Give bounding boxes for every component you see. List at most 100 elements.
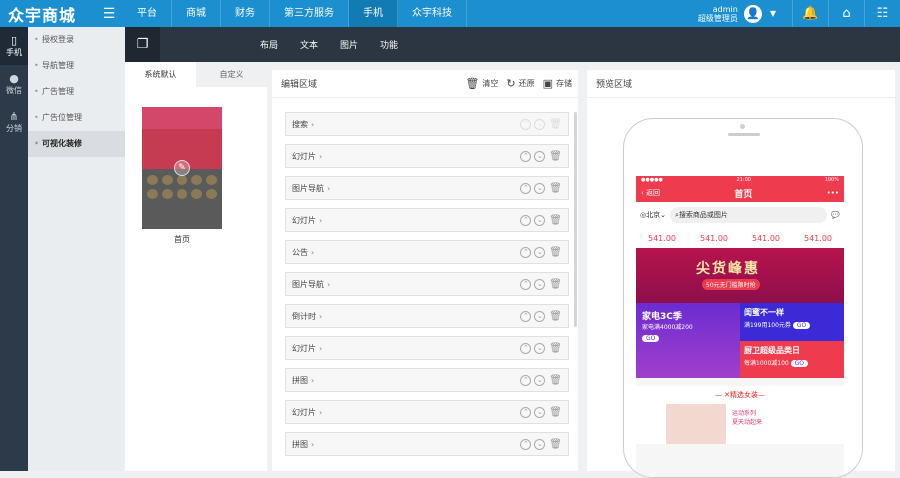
save-icon: ▣: [542, 77, 553, 90]
toolbar-layout[interactable]: 布局: [260, 38, 278, 51]
move-down-icon[interactable]: ⌄: [534, 278, 546, 290]
delete-icon[interactable]: 🗑: [549, 279, 562, 290]
rail-item-wechat[interactable]: ● 微信: [0, 65, 28, 103]
nav-item-finance[interactable]: 财务: [221, 0, 270, 27]
fashion-block[interactable]: 运动系列 夏天动起来: [636, 404, 844, 444]
module-item[interactable]: 幻灯片 › ⌃ ⌄ 🗑: [285, 208, 569, 232]
chevron-right-icon: ›: [311, 375, 315, 385]
module-item[interactable]: 图片导航 › ⌃ ⌄ 🗑: [285, 272, 569, 296]
delete-icon[interactable]: 🗑: [549, 183, 562, 194]
delete-icon[interactable]: 🗑: [549, 375, 562, 386]
module-item[interactable]: 倒计时 › ⌃ ⌄ 🗑: [285, 304, 569, 328]
module-item[interactable]: 拼图 › ⌃ ⌄ 🗑: [285, 368, 569, 392]
module-item[interactable]: 幻灯片 › ⌃ ⌄ 🗑: [285, 144, 569, 168]
move-down-icon[interactable]: ⌄: [534, 150, 546, 162]
move-down-icon[interactable]: ⌄: [534, 118, 546, 130]
subnav-item-visual-decor[interactable]: 可视化装修: [28, 131, 131, 157]
move-down-icon[interactable]: ⌄: [534, 438, 546, 450]
move-down-icon[interactable]: ⌄: [534, 374, 546, 386]
subnav-item-nav-manage[interactable]: 导航管理: [28, 53, 125, 79]
tab-system-default[interactable]: 系统默认: [125, 62, 196, 87]
delete-icon[interactable]: 🗑: [549, 343, 562, 354]
module-item[interactable]: 拼图 › ⌃ ⌄ 🗑: [285, 432, 569, 456]
layers-icon[interactable]: ❐: [125, 27, 160, 62]
delete-icon[interactable]: 🗑: [549, 407, 562, 418]
template-panel: 系统默认 自定义 ✎ 首页: [125, 62, 267, 471]
move-up-icon[interactable]: ⌃: [520, 406, 532, 418]
avatar[interactable]: 👤: [743, 4, 762, 23]
delete-icon[interactable]: 🗑: [549, 311, 562, 322]
move-up-icon[interactable]: ⌃: [520, 278, 532, 290]
edit-icon[interactable]: ✎: [174, 160, 190, 176]
delete-icon[interactable]: 🗑: [549, 119, 562, 130]
bell-icon[interactable]: 🔔: [792, 0, 828, 27]
tab-custom[interactable]: 自定义: [196, 62, 267, 87]
menu-toggle-icon[interactable]: ☰: [95, 0, 123, 27]
home-icon[interactable]: ⌂: [828, 0, 864, 27]
module-item[interactable]: 公告 › ⌃ ⌄ 🗑: [285, 240, 569, 264]
move-down-icon[interactable]: ⌄: [534, 342, 546, 354]
move-down-icon[interactable]: ⌄: [534, 310, 546, 322]
nav-item-third-party[interactable]: 第三方服务: [270, 0, 349, 27]
nav-item-mall[interactable]: 商城: [172, 0, 221, 27]
chevron-right-icon: ›: [319, 311, 323, 321]
phone-search-box[interactable]: ⌕ 搜索商品或图片: [669, 207, 828, 223]
rail-item-phone[interactable]: ▯ 手机: [0, 27, 28, 65]
module-item[interactable]: 幻灯片 › ⌃ ⌄ 🗑: [285, 336, 569, 360]
section-title: — ✕ 精选女装 —: [636, 386, 844, 404]
subnav-item-ad-slot-manage[interactable]: 广告位管理: [28, 105, 125, 131]
price: 541.00: [648, 233, 676, 243]
toolbar-text[interactable]: 文本: [300, 38, 318, 51]
chevron-right-icon: ›: [327, 279, 331, 289]
message-icon[interactable]: 💬: [831, 211, 840, 219]
move-down-icon[interactable]: ⌄: [534, 246, 546, 258]
subnav-item-auth-login[interactable]: 授权登录: [28, 27, 125, 53]
promo-beauty[interactable]: 闺蜜不一样 满199用100元券 GO: [740, 303, 844, 341]
delete-icon[interactable]: 🗑: [549, 151, 562, 162]
scrollbar[interactable]: [574, 112, 577, 327]
restore-button[interactable]: ↻ 还原: [506, 77, 534, 90]
move-down-icon[interactable]: ⌄: [534, 214, 546, 226]
top-bar: 众宇商城 ☰ 平台 商城 财务 第三方服务 手机 众宇科技 admin 超级管理…: [0, 0, 900, 27]
move-up-icon[interactable]: ⌃: [520, 374, 532, 386]
move-down-icon[interactable]: ⌄: [534, 182, 546, 194]
toolbar-image[interactable]: 图片: [340, 38, 358, 51]
move-up-icon[interactable]: ⌃: [520, 310, 532, 322]
module-item[interactable]: 图片导航 › ⌃ ⌄ 🗑: [285, 176, 569, 200]
delete-icon[interactable]: 🗑: [549, 439, 562, 450]
more-icon[interactable]: •••: [827, 189, 839, 197]
sitemap-icon[interactable]: ☷: [864, 0, 900, 27]
chevron-down-icon[interactable]: ▼: [770, 9, 776, 18]
module-item[interactable]: 幻灯片 › ⌃ ⌄ 🗑: [285, 400, 569, 424]
price: 541.00: [752, 233, 780, 243]
flash-sale-banner[interactable]: 尖货峰惠 50元无门槛限时抢: [636, 248, 844, 303]
template-thumbnail[interactable]: ✎: [142, 107, 222, 229]
move-down-icon[interactable]: ⌄: [534, 406, 546, 418]
subnav-item-ad-manage[interactable]: 广告管理: [28, 79, 125, 105]
promo-kitchen[interactable]: 厨卫超级品类日 每满1000减100 GO: [740, 340, 844, 378]
delete-icon[interactable]: 🗑: [549, 247, 562, 258]
move-up-icon[interactable]: ⌃: [520, 182, 532, 194]
move-up-icon[interactable]: ⌃: [520, 438, 532, 450]
toolbar-function[interactable]: 功能: [380, 38, 398, 51]
move-up-icon[interactable]: ⌃: [520, 246, 532, 258]
delete-icon[interactable]: 🗑: [549, 215, 562, 226]
move-up-icon[interactable]: ⌃: [520, 342, 532, 354]
editor-toolbar: ❐ 布局 文本 图片 功能: [125, 27, 900, 62]
nav-item-platform[interactable]: 平台: [123, 0, 172, 27]
clear-button[interactable]: 🗑 清空: [465, 77, 498, 90]
save-button[interactable]: ▣ 存储: [543, 77, 572, 90]
move-up-icon[interactable]: ⌃: [520, 150, 532, 162]
promo-appliance[interactable]: 家电3C季 家电满4000减200 GO: [636, 303, 740, 378]
city-selector[interactable]: ◎北京⌄: [640, 210, 666, 220]
user-role: 超级管理员: [697, 13, 738, 23]
move-up-icon[interactable]: ⌃: [520, 214, 532, 226]
module-label: 幻灯片: [292, 407, 316, 417]
module-item[interactable]: 搜索 › ⌃ ⌄ 🗑: [285, 112, 569, 136]
back-button[interactable]: ‹ 返回: [641, 188, 660, 198]
rail-item-distribution[interactable]: ⋔ 分销: [0, 103, 28, 141]
nav-item-mobile[interactable]: 手机: [349, 0, 398, 27]
nav-item-tech[interactable]: 众宇科技: [398, 0, 467, 27]
move-up-icon[interactable]: ⌃: [520, 118, 532, 130]
module-label: 幻灯片: [292, 151, 316, 161]
